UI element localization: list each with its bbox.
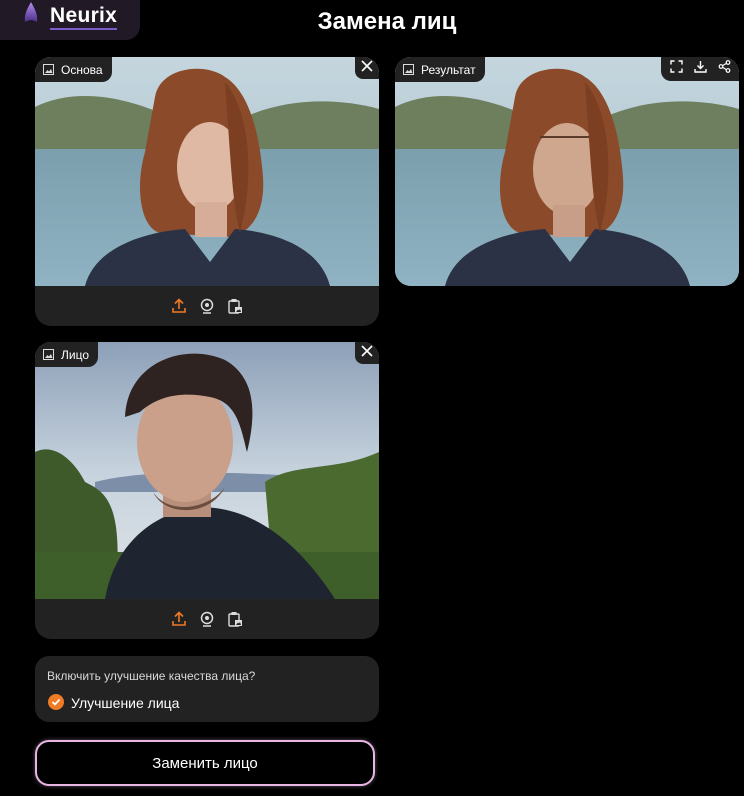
upload-icon[interactable]	[170, 610, 188, 628]
face-enhancement-panel: Включить улучшение качества лица? Улучше…	[35, 656, 379, 722]
face-label: Лицо	[61, 347, 89, 362]
base-source-toolbar	[35, 286, 379, 326]
download-icon[interactable]	[693, 60, 707, 78]
face-image-card: Лицо	[35, 342, 379, 639]
result-label: Результат	[421, 62, 476, 77]
base-label: Основа	[61, 62, 103, 77]
face-source-toolbar	[35, 599, 379, 639]
result-label-tag: Результат	[395, 57, 485, 82]
base-image-card: Основа	[35, 57, 379, 326]
enhancement-option-label[interactable]: Улучшение лица	[71, 695, 179, 711]
page-title: Замена лиц	[317, 8, 457, 35]
image-icon	[43, 64, 54, 75]
face-clear-button[interactable]	[355, 342, 379, 364]
fullscreen-icon[interactable]	[669, 60, 683, 78]
face-photo[interactable]	[35, 342, 379, 599]
enhancement-question: Включить улучшение качества лица?	[47, 669, 256, 683]
clipboard-image-icon[interactable]	[226, 610, 244, 628]
face-label-tag: Лицо	[35, 342, 98, 367]
checkmark-icon	[51, 698, 61, 706]
close-icon	[361, 344, 373, 362]
image-icon	[43, 349, 54, 360]
result-photo[interactable]	[395, 57, 739, 286]
upload-icon[interactable]	[170, 297, 188, 315]
enhancement-checkbox[interactable]	[48, 694, 64, 710]
close-icon	[361, 59, 373, 77]
image-icon	[403, 64, 414, 75]
base-photo[interactable]	[35, 57, 379, 286]
webcam-icon[interactable]	[198, 610, 216, 628]
clipboard-image-icon[interactable]	[226, 297, 244, 315]
base-clear-button[interactable]	[355, 57, 379, 79]
base-label-tag: Основа	[35, 57, 112, 82]
share-icon[interactable]	[718, 60, 731, 78]
webcam-icon[interactable]	[198, 297, 216, 315]
result-image-card: Результат	[395, 57, 739, 286]
swap-face-button[interactable]: Заменить лицо	[35, 740, 375, 786]
result-tools	[661, 57, 739, 81]
